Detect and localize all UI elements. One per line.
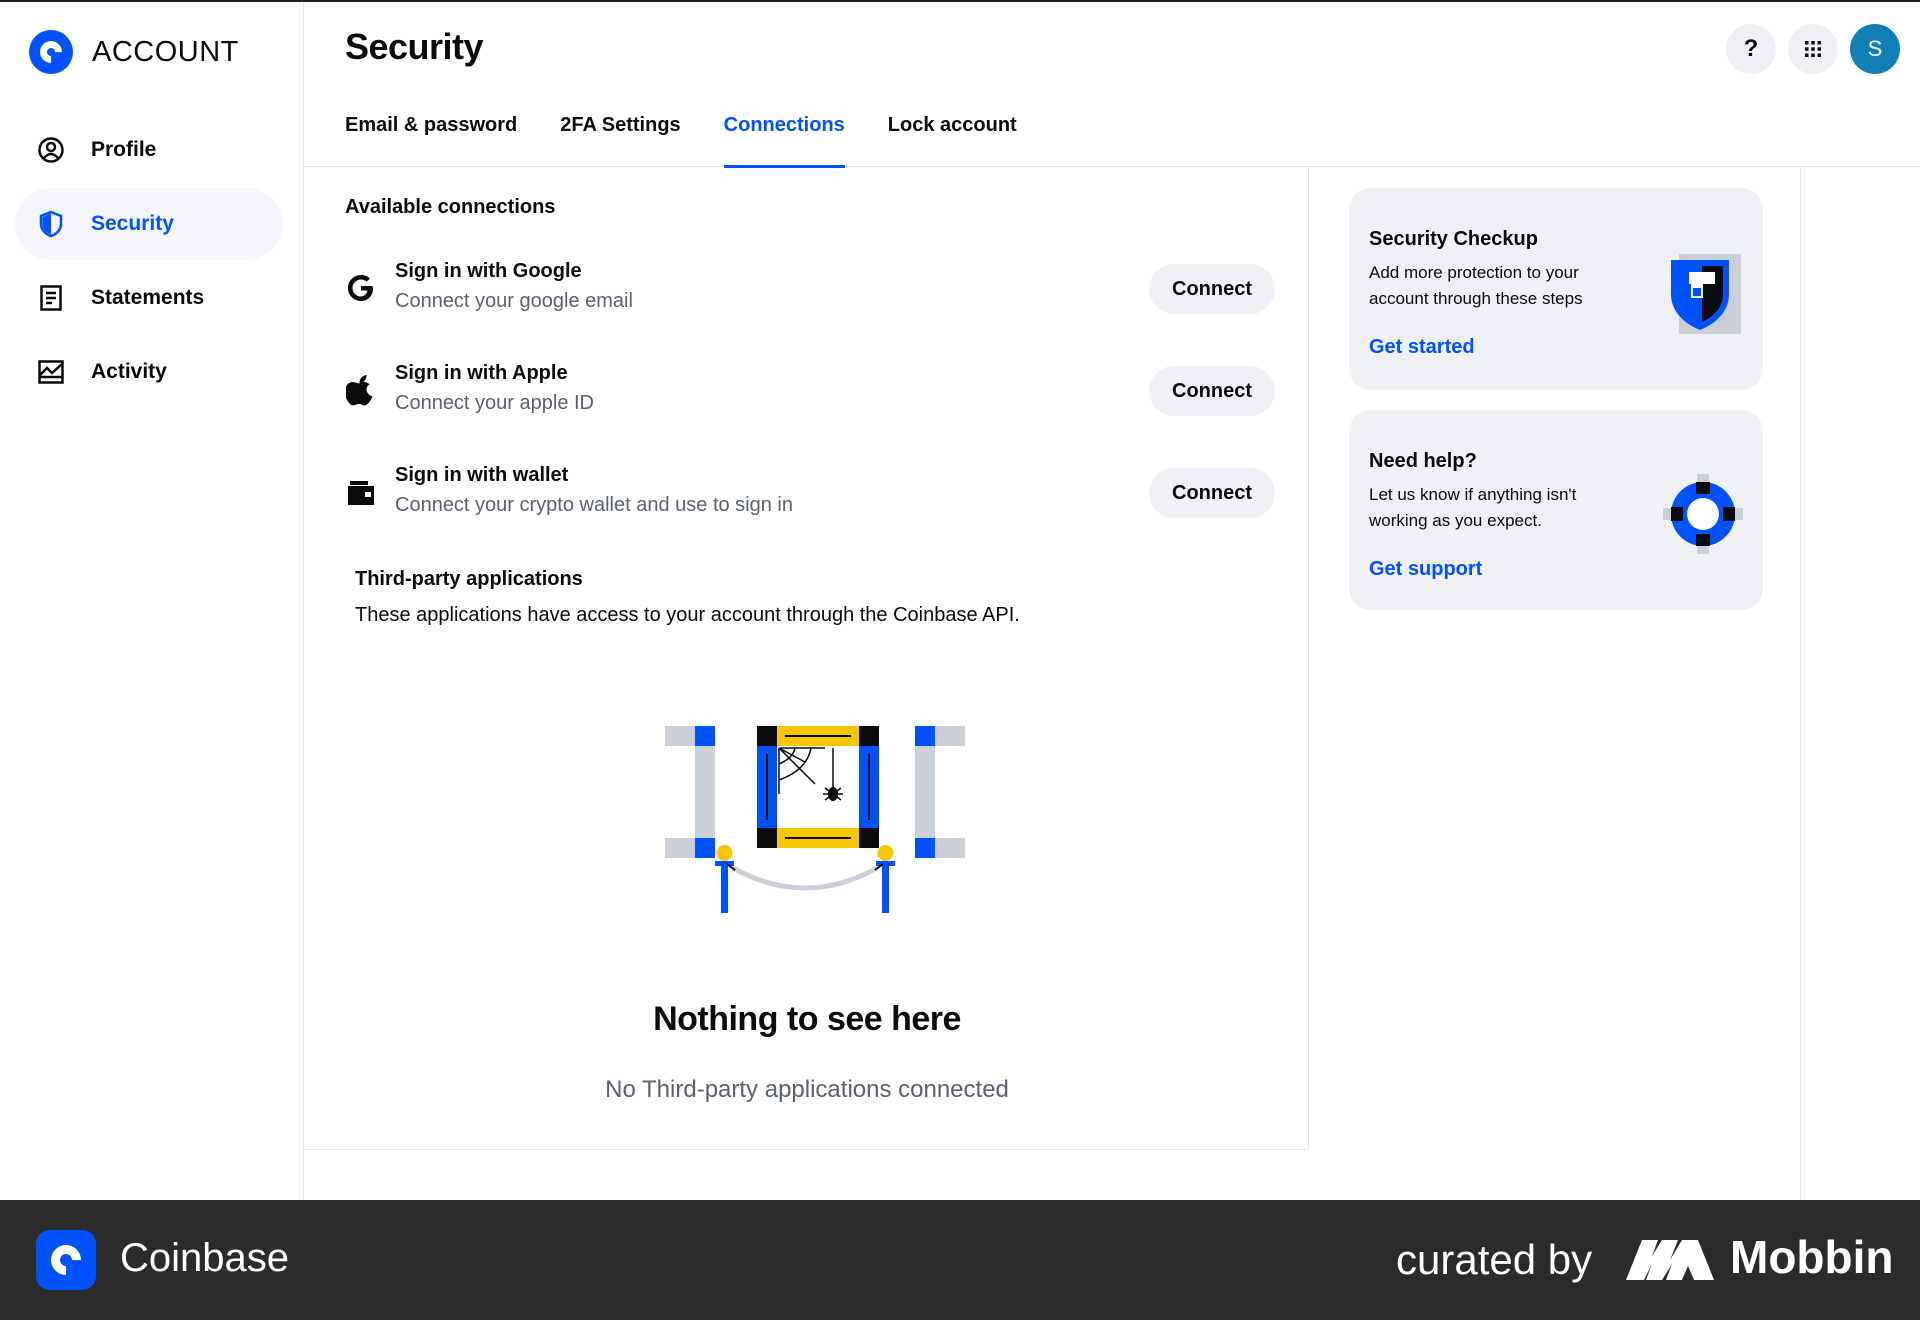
- page-title: Security: [345, 26, 484, 67]
- right-divider: [1800, 168, 1801, 1202]
- avatar[interactable]: S: [1850, 24, 1900, 74]
- grid-icon: [1805, 41, 1821, 57]
- coinbase-app-icon: [36, 1230, 96, 1290]
- empty-state-illustration: [665, 726, 965, 913]
- card-title: Need help?: [1369, 450, 1477, 472]
- card-text: Let us know if anything isn't working as…: [1369, 485, 1577, 530]
- document-icon: [37, 284, 65, 312]
- connection-row-apple: Sign in with Apple Connect your apple ID…: [345, 358, 1275, 428]
- connections-panel: Available connections Sign in with Googl…: [305, 168, 1309, 1150]
- connection-title: Sign in with wallet: [395, 464, 569, 486]
- wallet-icon: [345, 476, 377, 508]
- app-window: ACCOUNT Profile Security Statements Acti…: [0, 0, 1920, 1202]
- activity-icon: [37, 358, 65, 386]
- shield-icon: [37, 210, 65, 238]
- security-checkup-card: Security Checkup Add more protection to …: [1349, 188, 1763, 390]
- empty-state-title: Nothing to see here: [653, 1000, 961, 1038]
- tab-email-password[interactable]: Email & password: [345, 114, 517, 167]
- section-title: Available connections: [345, 196, 556, 218]
- sidebar-item-security[interactable]: Security: [15, 188, 283, 260]
- mobbin-logo-icon: [1626, 1240, 1714, 1280]
- card-title: Security Checkup: [1369, 228, 1538, 250]
- avatar-initial: S: [1867, 36, 1883, 61]
- connection-subtitle: Connect your apple ID: [395, 392, 595, 414]
- connection-row-google: Sign in with Google Connect your google …: [345, 256, 1275, 326]
- help-icon: ?: [1743, 35, 1759, 62]
- connection-title: Sign in with Google: [395, 260, 582, 282]
- third-party-title: Third-party applications: [355, 568, 583, 590]
- tab-2fa-settings[interactable]: 2FA Settings: [560, 114, 680, 167]
- page-header: Security Email & password 2FA Settings C…: [305, 2, 1920, 168]
- connect-apple-button[interactable]: Connect: [1149, 366, 1275, 416]
- third-party-description: These applications have access to your a…: [355, 604, 1020, 626]
- connection-subtitle: Connect your google email: [395, 290, 633, 312]
- sidebar-item-profile[interactable]: Profile: [15, 114, 283, 186]
- footer-bar: Coinbase curated by Mobbin: [0, 1200, 1920, 1320]
- footer-curated-text: curated by: [1396, 1236, 1593, 1283]
- tab-bar: Email & password 2FA Settings Connection…: [345, 114, 1060, 168]
- sidebar-item-label: Activity: [91, 360, 167, 383]
- connect-google-button[interactable]: Connect: [1149, 264, 1275, 314]
- tab-lock-account[interactable]: Lock account: [888, 114, 1017, 167]
- connection-subtitle: Connect your crypto wallet and use to si…: [395, 494, 793, 516]
- sidebar: ACCOUNT Profile Security Statements Acti…: [0, 2, 304, 1200]
- need-help-card: Need help? Let us know if anything isn't…: [1349, 410, 1763, 610]
- google-icon: [345, 272, 377, 304]
- empty-state-subtitle: No Third-party applications connected: [605, 1076, 1009, 1103]
- connect-wallet-button[interactable]: Connect: [1149, 468, 1275, 518]
- brand[interactable]: ACCOUNT: [29, 30, 239, 74]
- security-shield-icon: [1671, 254, 1741, 334]
- lifebuoy-icon: [1663, 474, 1743, 554]
- get-started-link[interactable]: Get started: [1369, 336, 1475, 359]
- sidebar-item-statements[interactable]: Statements: [15, 262, 283, 334]
- sidebar-item-label: Security: [91, 212, 174, 235]
- sidebar-nav: Profile Security Statements Activity: [15, 114, 283, 410]
- apps-grid-button[interactable]: [1788, 24, 1838, 74]
- coinbase-logo-icon: [29, 30, 73, 74]
- footer-mobbin-text: Mobbin: [1730, 1231, 1894, 1283]
- tab-connections[interactable]: Connections: [723, 114, 845, 168]
- sidebar-item-activity[interactable]: Activity: [15, 336, 283, 408]
- connection-title: Sign in with Apple: [395, 362, 568, 384]
- brand-label: ACCOUNT: [92, 35, 239, 68]
- apple-icon: [345, 374, 377, 406]
- card-text: Add more protection to your account thro…: [1369, 263, 1583, 308]
- connection-row-wallet: Sign in with wallet Connect your crypto …: [345, 460, 1275, 530]
- get-support-link[interactable]: Get support: [1369, 558, 1482, 581]
- sidebar-item-label: Statements: [91, 286, 205, 309]
- footer-brand-name: Coinbase: [120, 1236, 290, 1280]
- sidebar-item-label: Profile: [91, 138, 157, 161]
- header-actions: ? S: [1714, 24, 1900, 74]
- help-button[interactable]: ?: [1726, 24, 1776, 74]
- profile-icon: [37, 136, 65, 164]
